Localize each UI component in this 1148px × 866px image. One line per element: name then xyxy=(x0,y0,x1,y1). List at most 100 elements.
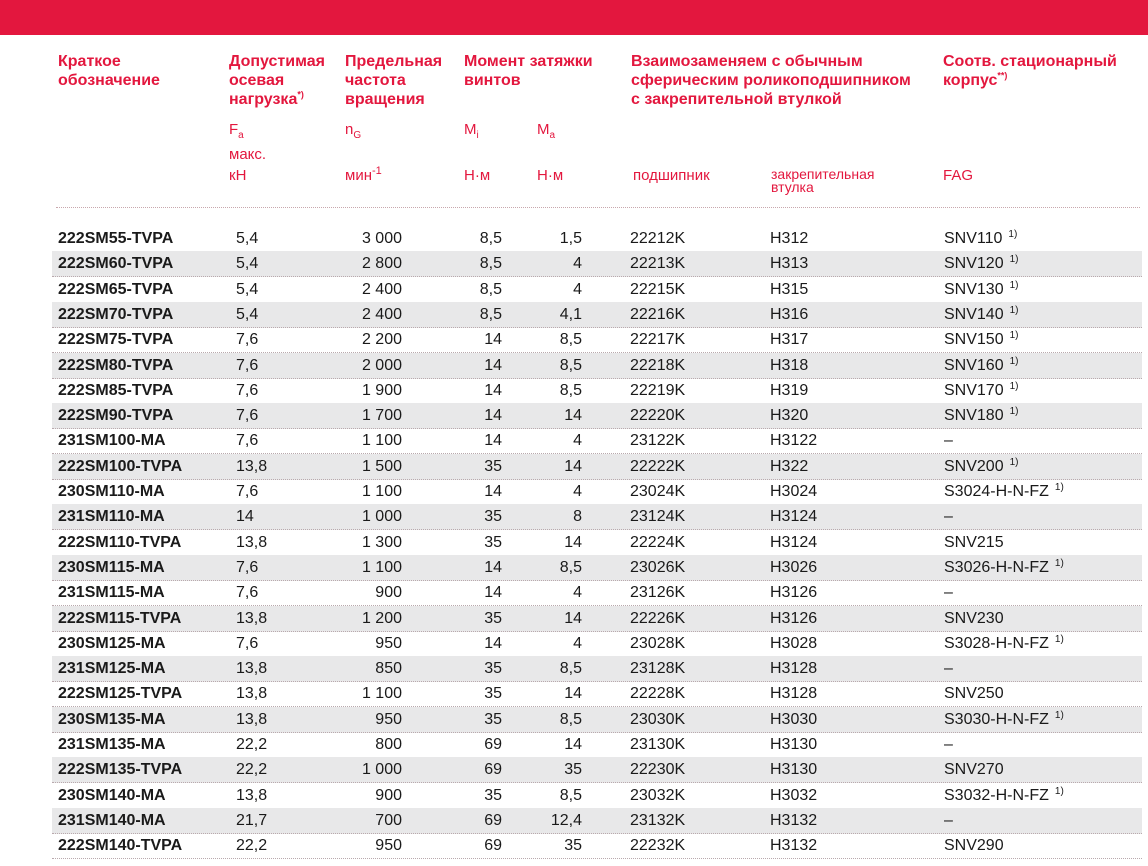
cell-bearing: 23126K xyxy=(630,580,685,605)
cell-designation: 231SM110-MA xyxy=(58,504,165,529)
cell-torque-ma-text: 4 xyxy=(573,584,582,602)
cell-torque-mi: 35 xyxy=(460,707,502,732)
cell-torque-ma-text: 8,5 xyxy=(559,786,582,804)
cell-torque-ma: 14 xyxy=(530,403,582,428)
cell-limiting-speed-text: 2 400 xyxy=(361,305,402,323)
cell-sleeve-text: H318 xyxy=(770,356,809,374)
cell-axial-load: 7,6 xyxy=(236,479,291,504)
cell-sleeve: H3132 xyxy=(770,833,817,858)
cell-designation-text: 222SM75-TVPA xyxy=(58,331,174,349)
cell-limiting-speed: 1 100 xyxy=(342,479,402,504)
data-table: 222SM55-TVPA 5,4 3 000 8,5 1,5 22212K H312 SNV1… xyxy=(0,0,1148,866)
cell-limiting-speed-text: 1 000 xyxy=(361,761,402,779)
footnote-mark: 1) xyxy=(1054,709,1064,721)
cell-axial-load: 7,6 xyxy=(236,631,291,656)
cell-housing-text: SNV270 xyxy=(944,761,1004,779)
cell-axial-load-text: 7,6 xyxy=(236,331,259,349)
cell-axial-load: 7,6 xyxy=(236,403,291,428)
cell-bearing: 22230K xyxy=(630,757,685,782)
cell-designation: 231SM125-MA xyxy=(58,656,166,681)
cell-limiting-speed-text: 1 200 xyxy=(361,609,402,627)
cell-torque-ma-text: 35 xyxy=(564,761,582,779)
cell-sleeve: H320 xyxy=(770,403,808,428)
cell-housing: SNV180 1) xyxy=(944,403,1019,428)
table-row: 231SM110-MA 14 1 000 35 8 23124K H3124 – xyxy=(52,504,1142,531)
cell-sleeve: H3124 xyxy=(770,530,817,555)
cell-axial-load-text: 22,2 xyxy=(236,761,268,779)
cell-axial-load: 7,6 xyxy=(236,555,291,580)
cell-axial-load: 13,8 xyxy=(236,454,291,479)
cell-housing: SNV170 1) xyxy=(944,378,1019,403)
cell-torque-mi-text: 14 xyxy=(484,584,502,602)
cell-housing: – xyxy=(944,580,953,605)
cell-housing-text: – xyxy=(944,508,953,526)
cell-designation: 222SM125-TVPA xyxy=(58,681,182,706)
cell-sleeve-text: H3132 xyxy=(770,837,818,855)
cell-torque-ma-text: 14 xyxy=(564,736,582,753)
cell-torque-ma: 4 xyxy=(530,631,582,656)
cell-bearing-text: 23124K xyxy=(630,508,686,526)
cell-torque-mi-text: 8,5 xyxy=(479,305,502,323)
cell-torque-ma: 8,5 xyxy=(530,656,582,681)
cell-torque-mi-text: 35 xyxy=(484,457,502,475)
cell-limiting-speed-text: 1 000 xyxy=(361,508,402,526)
table-row: 230SM110-MA 7,6 1 100 14 4 23024K H3024 S3024-H… xyxy=(52,479,1142,505)
cell-torque-ma: 35 xyxy=(530,833,582,858)
cell-bearing-text: 22217K xyxy=(630,331,686,349)
cell-torque-ma: 14 xyxy=(530,454,582,479)
cell-sleeve: H317 xyxy=(770,327,808,352)
cell-limiting-speed-text: 2 200 xyxy=(361,331,402,349)
cell-axial-load-text: 13,8 xyxy=(236,710,268,728)
cell-torque-ma-text: 4 xyxy=(573,634,582,652)
cell-torque-mi: 14 xyxy=(460,327,502,352)
cell-housing-text: – xyxy=(944,660,953,678)
cell-axial-load-text: 5,4 xyxy=(236,255,259,273)
cell-designation: 222SM70-TVPA xyxy=(58,302,173,327)
cell-torque-mi-text: 69 xyxy=(484,811,502,829)
cell-torque-ma: 8 xyxy=(530,504,582,529)
cell-torque-ma: 8,5 xyxy=(530,555,582,580)
cell-axial-load-text: 7,6 xyxy=(236,558,259,576)
cell-torque-ma: 4,1 xyxy=(530,302,582,327)
cell-torque-ma: 4 xyxy=(530,479,582,504)
cell-axial-load-text: 13,8 xyxy=(236,457,268,475)
cell-sleeve: H322 xyxy=(770,454,808,479)
cell-limiting-speed-text: 3 000 xyxy=(361,230,402,247)
cell-torque-mi-text: 69 xyxy=(484,736,502,753)
cell-torque-ma: 8,5 xyxy=(530,783,582,808)
cell-designation-text: 231SM115-MA xyxy=(58,584,165,602)
cell-limiting-speed-text: 1 100 xyxy=(361,685,402,703)
footnote-mark: 1) xyxy=(1009,355,1019,367)
cell-limiting-speed: 1 700 xyxy=(342,403,402,428)
cell-housing: SNV290 xyxy=(944,833,1004,858)
footnote-mark: 1) xyxy=(1009,380,1019,392)
cell-sleeve: H3124 xyxy=(770,504,817,529)
cell-designation: 230SM115-MA xyxy=(58,555,165,580)
cell-limiting-speed: 900 xyxy=(342,580,402,605)
cell-sleeve: H3130 xyxy=(770,732,817,757)
cell-sleeve-text: H3030 xyxy=(770,710,818,728)
cell-axial-load: 7,6 xyxy=(236,428,291,453)
cell-axial-load-text: 13,8 xyxy=(236,660,268,678)
cell-torque-mi-text: 69 xyxy=(484,761,502,779)
cell-bearing-text: 22215K xyxy=(630,280,686,298)
cell-designation-text: 222SM90-TVPA xyxy=(58,407,174,425)
cell-bearing-text: 23024K xyxy=(630,483,686,500)
cell-axial-load: 22,2 xyxy=(236,732,291,757)
cell-torque-ma: 14 xyxy=(530,606,582,631)
cell-axial-load: 22,2 xyxy=(236,757,291,782)
cell-torque-mi-text: 35 xyxy=(484,786,502,804)
cell-limiting-speed-text: 1 100 xyxy=(361,432,402,450)
cell-bearing: 22224K xyxy=(630,530,685,555)
cell-torque-ma-text: 8,5 xyxy=(559,710,582,728)
cell-limiting-speed-text: 1 300 xyxy=(361,533,402,551)
cell-housing-text: SNV180 xyxy=(944,407,1004,425)
cell-axial-load-text: 7,6 xyxy=(236,407,259,425)
cell-axial-load: 13,8 xyxy=(236,783,291,808)
cell-housing-text: SNV130 xyxy=(944,280,1004,298)
cell-torque-mi: 14 xyxy=(460,378,502,403)
cell-bearing-text: 23132K xyxy=(630,811,686,829)
cell-axial-load: 13,8 xyxy=(236,707,291,732)
footnote-mark: 1) xyxy=(1009,304,1019,316)
cell-axial-load-text: 5,4 xyxy=(236,280,259,298)
